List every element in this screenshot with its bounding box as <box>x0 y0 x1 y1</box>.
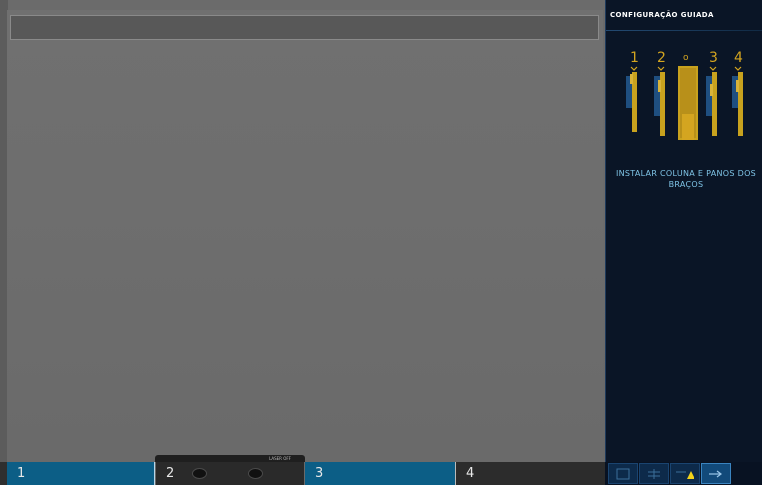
arm-1-number: 1 <box>630 50 639 66</box>
arm-1-label: 1 <box>17 466 26 481</box>
arm-3-label: 3 <box>315 466 324 481</box>
arm-3-button[interactable]: 3 <box>305 462 455 485</box>
instrument-icon <box>248 468 263 479</box>
arm-1-shape <box>626 72 637 132</box>
warning-icon <box>676 470 694 479</box>
column-shape <box>678 66 698 140</box>
panel-title: CONFIGURAÇÃO GUIADA <box>610 11 714 19</box>
arm-2-number: 2 <box>657 50 666 66</box>
panel-button[interactable] <box>608 463 638 484</box>
video-frame <box>7 10 603 462</box>
instrument-icon <box>192 468 207 479</box>
arrow-icon <box>709 470 722 477</box>
arm-3-shape <box>706 72 717 136</box>
arm-2-shape <box>654 72 665 136</box>
adjust-button[interactable] <box>639 463 669 484</box>
divider <box>606 30 762 31</box>
arm-1-button[interactable]: 1 <box>7 462 155 485</box>
panel-toolbar <box>605 462 762 485</box>
instruction-text: INSTALAR COLUNA E PANOS DOS BRAÇOS <box>615 169 757 189</box>
panel-icon <box>616 468 630 479</box>
arm-diagram: 1 2 o 3 4 <box>626 50 743 140</box>
camera-viewport <box>0 0 605 462</box>
arm-4-number: 4 <box>734 50 743 66</box>
column-marker: o <box>683 53 689 63</box>
arm-2-button[interactable]: 2 <box>155 462 305 485</box>
guided-setup-panel: CONFIGURAÇÃO GUIADA 1 2 o 3 4 INSTALAR C… <box>605 0 762 462</box>
status-bar <box>10 15 599 40</box>
arm-4-shape <box>732 72 743 136</box>
next-button[interactable] <box>701 463 731 484</box>
arm-3-number: 3 <box>709 50 718 66</box>
adjust-icon <box>648 468 660 479</box>
warning-button[interactable] <box>670 463 700 484</box>
arm-4-label: 4 <box>466 466 475 481</box>
arm-2-label: 2 <box>166 466 175 481</box>
arm-4-button[interactable]: 4 <box>455 462 605 485</box>
